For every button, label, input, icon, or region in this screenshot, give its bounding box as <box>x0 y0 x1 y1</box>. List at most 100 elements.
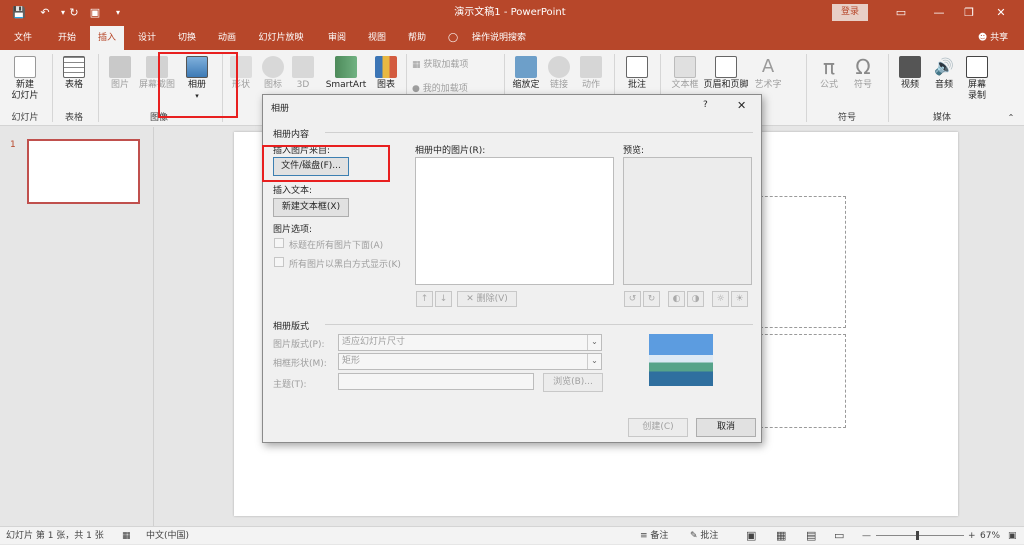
link-button[interactable]: 链接 <box>546 56 572 91</box>
new-textbox-button[interactable]: 新建文本框(X) <box>273 198 349 217</box>
table-button[interactable]: 表格 <box>58 56 90 91</box>
video-button[interactable]: 视频 <box>894 56 926 91</box>
3d-models-label: 3D <box>296 80 310 90</box>
save-icon[interactable]: 💾 <box>8 0 30 26</box>
tab-view[interactable]: 视图 <box>360 26 394 50</box>
slide-thumbnail[interactable] <box>27 139 140 204</box>
tab-slideshow[interactable]: 幻灯片放映 <box>250 26 312 50</box>
minimize-icon[interactable]: — <box>928 0 950 26</box>
textbox-icon <box>674 56 696 78</box>
brightness-up-icon[interactable]: ☼ <box>712 291 729 307</box>
contrast-down-icon[interactable]: ◑ <box>687 291 704 307</box>
language[interactable]: 中文(中国) <box>146 527 189 545</box>
picture-layout-select[interactable]: 适应幻灯片尺寸 ⌄ <box>338 334 602 351</box>
chart-button[interactable]: 图表 <box>372 56 400 91</box>
ribbon-display-icon[interactable]: ▭ <box>890 0 912 26</box>
browse-button[interactable]: 浏览(B)... <box>543 373 603 392</box>
reading-view-icon[interactable]: ▤ <box>806 527 816 545</box>
3d-models-button[interactable]: 3D <box>290 56 316 91</box>
smartart-button[interactable]: SmartArt <box>322 56 370 91</box>
action-label: 动作 <box>581 80 600 90</box>
rotate-right-icon[interactable]: ↻ <box>643 291 660 307</box>
slideshow-view-icon[interactable]: ▭ <box>834 527 844 545</box>
share-button[interactable]: ☻ 共享 <box>968 26 1018 50</box>
pi-icon: π <box>822 55 836 79</box>
move-up-icon[interactable]: ↑ <box>416 291 433 307</box>
restore-icon[interactable]: ❐ <box>958 0 980 26</box>
icons-button[interactable]: 图标 <box>258 56 288 91</box>
symbol-button[interactable]: Ω 符号 <box>848 56 878 91</box>
frame-shape-select[interactable]: 矩形 ⌄ <box>338 353 602 370</box>
preview-label: 预览: <box>623 146 645 156</box>
present-icon[interactable]: ▣ <box>86 0 104 26</box>
tab-insert[interactable]: 插入 <box>90 26 124 50</box>
equation-label: 公式 <box>819 80 838 90</box>
action-button[interactable]: 动作 <box>576 56 606 91</box>
login-button[interactable]: 登录 <box>832 4 868 21</box>
comments-label: 批注 <box>700 531 719 541</box>
title-placeholder[interactable] <box>760 196 846 328</box>
normal-view-icon[interactable]: ▣ <box>746 527 756 545</box>
separator <box>806 54 807 122</box>
tab-animations[interactable]: 动画 <box>210 26 244 50</box>
fit-slide-icon[interactable]: ▣ <box>1008 527 1017 545</box>
cancel-button[interactable]: 取消 <box>696 418 756 437</box>
tab-transitions[interactable]: 切换 <box>170 26 204 50</box>
theme-input[interactable] <box>338 373 534 390</box>
contrast-up-icon[interactable]: ◐ <box>668 291 685 307</box>
redo-icon[interactable]: ↻ <box>66 0 82 26</box>
my-addins-label: 我的加载项 <box>422 84 468 94</box>
customize-qat-icon[interactable]: ▾ <box>112 0 124 26</box>
group-symbol-label: 符号 <box>837 113 856 123</box>
header-footer-label: 页眉和页脚 <box>703 80 749 90</box>
tab-review[interactable]: 审阅 <box>320 26 354 50</box>
link-icon <box>548 56 570 78</box>
comment-button[interactable]: 批注 <box>620 56 654 91</box>
black-white-checkbox[interactable] <box>274 257 284 267</box>
zoom-icon <box>515 56 537 78</box>
move-down-icon[interactable]: ↓ <box>435 291 452 307</box>
textbox-button[interactable]: 文本框 <box>666 56 704 91</box>
collapse-ribbon-icon[interactable]: ⌃ <box>1004 112 1018 123</box>
brightness-down-icon[interactable]: ☀ <box>731 291 748 307</box>
picture-button[interactable]: 图片 <box>104 56 136 91</box>
comments-button[interactable]: ✎ 批注 <box>690 527 718 545</box>
caption-checkbox[interactable] <box>274 238 284 248</box>
notes-button[interactable]: ≡ 备注 <box>640 527 668 545</box>
header-footer-button[interactable]: 页眉和页脚 <box>702 56 750 91</box>
equation-button[interactable]: π 公式 <box>814 56 844 91</box>
section-album-layout: 相册版式 <box>273 322 310 332</box>
comment-icon <box>626 56 648 78</box>
zoom-button[interactable]: 缩放定 <box>508 56 544 91</box>
create-button[interactable]: 创建(C) <box>628 418 688 437</box>
close-icon[interactable]: ✕ <box>990 0 1012 26</box>
zoom-label: 缩放定 <box>512 80 540 90</box>
video-label: 视频 <box>900 80 919 90</box>
help-button[interactable]: ? <box>703 100 708 110</box>
tab-file[interactable]: 文件 <box>6 26 40 50</box>
audio-button[interactable]: 🔊 音频 <box>928 56 960 91</box>
undo-icon[interactable]: ↶ <box>34 0 56 26</box>
get-addins-button[interactable]: ▦ 获取加载项 <box>412 60 484 71</box>
tell-me-search[interactable]: 操作说明搜索 <box>464 26 534 50</box>
tab-design[interactable]: 设计 <box>130 26 164 50</box>
highlight-file-disk-button <box>262 145 390 182</box>
accessibility-icon[interactable]: ▦ <box>122 527 131 545</box>
zoom-slider[interactable] <box>876 535 964 536</box>
pictures-list[interactable] <box>415 157 614 285</box>
delete-button[interactable]: ✕ 删除(V) <box>457 291 517 307</box>
zoom-slider-thumb[interactable] <box>916 531 919 540</box>
close-icon[interactable]: ✕ <box>737 99 746 112</box>
zoom-level[interactable]: 67% <box>980 527 1000 545</box>
tab-help[interactable]: 帮助 <box>400 26 434 50</box>
wordart-button[interactable]: A 艺术字 <box>752 56 784 91</box>
zoom-out-icon[interactable]: — <box>862 527 871 545</box>
rotate-left-icon[interactable]: ↺ <box>624 291 641 307</box>
screen-recording-button[interactable]: 屏幕 录制 <box>962 56 992 102</box>
person-icon: ☻ <box>977 33 988 43</box>
subtitle-placeholder[interactable] <box>760 334 846 428</box>
sorter-view-icon[interactable]: ▦ <box>776 527 786 545</box>
new-slide-button[interactable]: 新建 幻灯片 <box>4 56 46 102</box>
tab-home[interactable]: 开始 <box>50 26 84 50</box>
zoom-in-icon[interactable]: + <box>968 527 976 545</box>
